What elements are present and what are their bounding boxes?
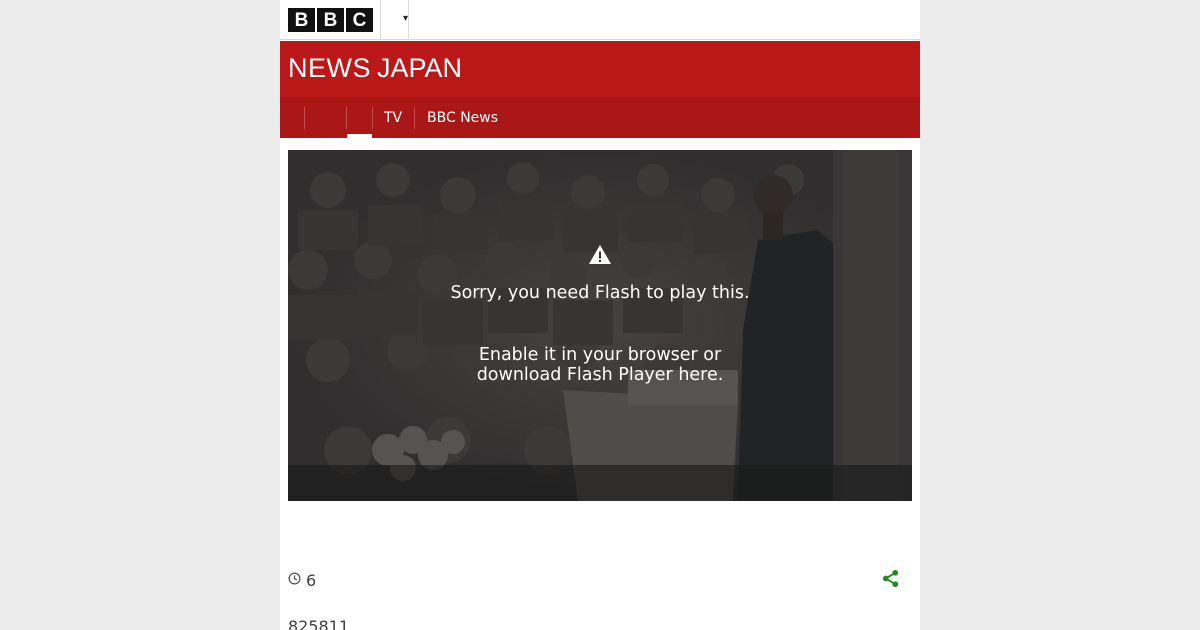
brand-region: JAPAN [377,53,463,83]
divider [408,0,409,40]
clock-icon [288,572,301,585]
flash-enable-message[interactable]: Enable it in your browser or download Fl… [450,345,750,385]
logo-letter: B [317,8,344,32]
nav-divider [372,107,373,129]
flash-required-message: Sorry, you need Flash to play this. [450,283,750,303]
video-control-bar[interactable] [288,465,912,501]
nav-item-tv[interactable]: TV [384,109,402,127]
nav-item-active[interactable] [347,97,372,138]
nav-divider [304,107,305,129]
top-bar: B B C ▾ [280,0,920,40]
nav-bar: TV BBC News [280,97,920,138]
brand-news: NEWS [288,53,371,83]
divider [380,0,381,40]
masthead: NEWS JAPAN [280,41,920,97]
logo-letter: C [346,8,373,32]
nav-item-bbc-news[interactable]: BBC News [427,109,498,127]
video-count: 6 [306,571,317,590]
video-player[interactable]: Sorry, you need Flash to play this. Enab… [288,150,912,501]
share-icon[interactable] [881,569,900,588]
video-overlay [288,150,912,501]
warning-icon [589,245,611,264]
bbc-logo[interactable]: B B C [288,8,373,32]
nav-divider [414,107,415,129]
page: B B C ▾ NEWS JAPAN TV BBC News Sorry, yo… [280,0,920,630]
view-count: 825811 [288,617,350,630]
logo-letter: B [288,8,315,32]
news-japan-logo[interactable]: NEWS JAPAN [288,55,462,82]
